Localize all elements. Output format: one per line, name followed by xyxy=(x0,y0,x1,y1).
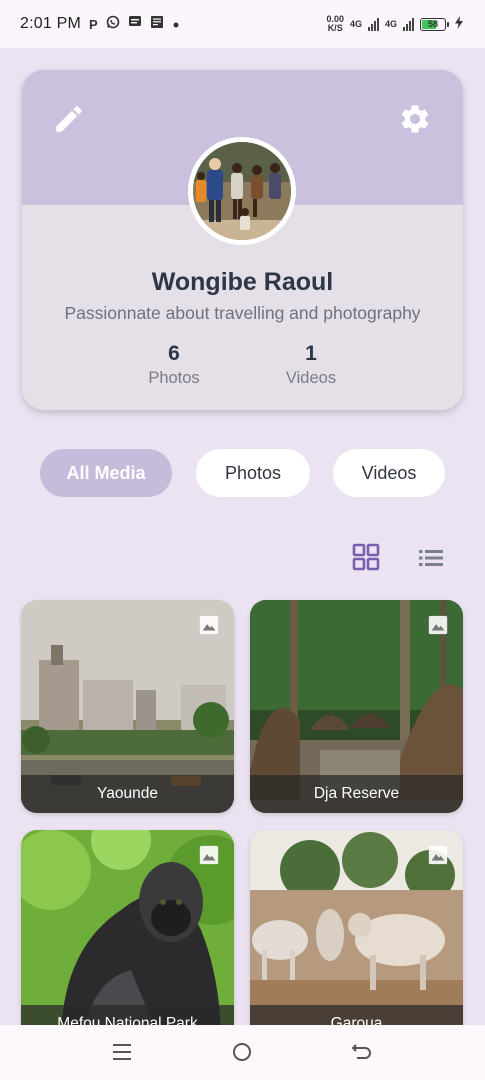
gear-icon xyxy=(401,105,429,133)
photo-type-icon xyxy=(199,845,219,865)
media-card[interactable]: Garoua xyxy=(250,830,463,1043)
menu-icon xyxy=(113,1044,131,1060)
status-right: 0.00 K/S 4G 4G 58 xyxy=(326,15,463,33)
battery-level: 58 xyxy=(427,19,438,29)
signal-icon-2 xyxy=(403,17,414,31)
photo-type-icon xyxy=(428,615,448,635)
grid-icon xyxy=(352,543,380,571)
settings-button[interactable] xyxy=(398,102,432,136)
media-card[interactable]: Mefou National Park xyxy=(21,830,234,1043)
videos-stat: 1 Videos xyxy=(251,342,371,388)
home-button[interactable] xyxy=(229,1039,255,1065)
list-view-button[interactable] xyxy=(416,545,446,571)
email-icon xyxy=(150,15,164,33)
p-notification-icon: P xyxy=(89,16,98,32)
photo-type-icon xyxy=(199,615,219,635)
photo-type-icon xyxy=(428,845,448,865)
status-time: 2:01 PM xyxy=(20,15,81,32)
profile-name: Wongibe Raoul xyxy=(151,268,334,296)
media-caption: Dja Reserve xyxy=(250,775,463,813)
system-nav-bar xyxy=(0,1025,485,1080)
profile-avatar[interactable] xyxy=(188,137,296,245)
network-type-2: 4G xyxy=(384,19,397,29)
list-icon xyxy=(419,550,443,566)
status-left: 2:01 PM P xyxy=(20,15,180,33)
filter-all-media-chip[interactable]: All Media xyxy=(40,449,172,497)
avatar-photo xyxy=(193,142,291,240)
videos-count: 1 xyxy=(305,342,317,365)
grid-view-button[interactable] xyxy=(352,543,380,571)
photos-count: 6 xyxy=(168,342,180,365)
net-speed-unit: K/S xyxy=(327,23,343,33)
charging-icon xyxy=(455,16,463,32)
photos-stat-label: Photos xyxy=(148,369,200,387)
whatsapp-icon xyxy=(106,15,120,33)
battery-icon: 58 xyxy=(420,17,449,31)
media-card[interactable]: Dja Reserve xyxy=(250,600,463,813)
pencil-icon xyxy=(56,106,82,132)
home-circle-icon xyxy=(233,1043,251,1061)
profile-bio: Passionnate about travelling and photogr… xyxy=(64,303,421,323)
status-bar: 2:01 PM P 0.00 K/S 4G 4G 58 xyxy=(0,0,485,48)
network-type-1: 4G xyxy=(349,19,362,29)
sms-icon xyxy=(128,15,142,33)
filter-photos-chip[interactable]: Photos xyxy=(196,449,310,497)
photos-stat: 6 Photos xyxy=(114,342,234,388)
edit-profile-button[interactable] xyxy=(52,102,86,136)
dot-indicator-icon xyxy=(172,16,180,33)
back-button[interactable] xyxy=(349,1039,375,1065)
media-caption: Yaounde xyxy=(21,775,234,813)
back-arrow-icon xyxy=(351,1044,371,1059)
filter-videos-chip[interactable]: Videos xyxy=(333,449,445,497)
videos-stat-label: Videos xyxy=(285,369,337,387)
media-card[interactable]: Yaounde xyxy=(21,600,234,813)
net-speed: 0.00 K/S xyxy=(326,15,344,33)
profile-card: Wongibe Raoul Passionnate about travelli… xyxy=(22,70,463,410)
signal-icon-1 xyxy=(367,17,379,31)
recent-apps-button[interactable] xyxy=(109,1039,135,1065)
